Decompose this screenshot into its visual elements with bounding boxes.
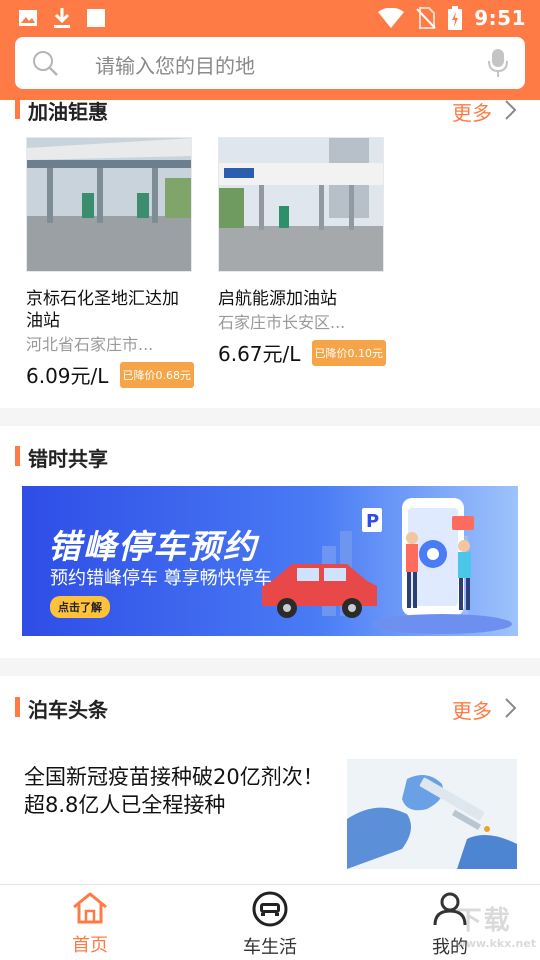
home-icon xyxy=(73,892,107,924)
square-icon xyxy=(87,9,105,27)
clock: 9:51 xyxy=(474,6,526,30)
station-card[interactable]: 启航能源加油站 石家庄市长安区... 6.67元/L 已降价0.10元 xyxy=(218,137,386,367)
watermark-url: www.kkx.net xyxy=(455,937,536,950)
station-address: 石家庄市长安区... xyxy=(218,313,346,332)
microphone-icon[interactable] xyxy=(488,48,508,78)
chevron-right-icon[interactable] xyxy=(504,697,518,719)
car-icon xyxy=(252,891,288,927)
news-section-title: 泊车头条 xyxy=(28,698,108,722)
nav-home-label: 首页 xyxy=(72,935,108,956)
no-sim-icon xyxy=(416,7,436,29)
svg-text:P: P xyxy=(366,511,379,532)
station-price: 6.67元/L xyxy=(218,342,301,366)
search-input[interactable]: 请输入您的目的地 xyxy=(95,50,255,79)
discount-badge: 已降价0.68元 xyxy=(119,361,194,388)
app-screen: 9:51 请输入您的目的地 加油钜惠 更多 京标石化圣地汇达加油站 河北省石家庄… xyxy=(0,0,540,960)
station-address: 河北省石家庄市... xyxy=(26,335,154,354)
discount-badge: 已降价0.10元 xyxy=(311,339,386,366)
section-accent-bar xyxy=(15,446,20,466)
learn-more-button[interactable]: 点击了解 xyxy=(50,596,110,618)
status-bar: 9:51 xyxy=(0,0,540,36)
station-name: 京标石化圣地汇达加油站 xyxy=(26,289,179,331)
watermark: 下载 www.kkx.net xyxy=(456,900,536,950)
news-more-link[interactable]: 更多 xyxy=(452,695,492,724)
download-icon xyxy=(54,8,70,28)
station-photo xyxy=(218,137,384,272)
search-bar[interactable]: 请输入您的目的地 xyxy=(15,37,525,89)
section-accent-bar xyxy=(15,697,20,717)
nav-home[interactable]: 首页 xyxy=(30,891,150,957)
nav-car-life-label: 车生活 xyxy=(243,937,297,958)
battery-charging-icon xyxy=(448,6,463,30)
news-thumbnail[interactable] xyxy=(347,759,517,869)
gas-section: 加油钜惠 更多 京标石化圣地汇达加油站 河北省石家庄市... 6.09元/L 已… xyxy=(0,90,540,408)
search-icon xyxy=(33,51,58,76)
banner-illustration: P xyxy=(262,498,512,634)
header: 9:51 请输入您的目的地 xyxy=(0,0,540,100)
section-accent-bar xyxy=(15,99,20,119)
station-photo xyxy=(26,137,192,272)
nav-car-life[interactable]: 车生活 xyxy=(210,891,330,959)
parking-banner[interactable]: P 错峰停车预约 预约错峰停车 尊享畅快停车 点击了解 xyxy=(22,486,518,636)
gas-section-title: 加油钜惠 xyxy=(28,100,108,124)
station-card[interactable]: 京标石化圣地汇达加油站 河北省石家庄市... 6.09元/L 已降价0.68元 xyxy=(26,137,194,389)
chevron-right-icon[interactable] xyxy=(504,99,518,121)
news-article-title[interactable]: 全国新冠疫苗接种破20亿剂次！超8.8亿人已全程接种 xyxy=(24,763,324,819)
image-icon xyxy=(19,10,37,26)
wifi-icon xyxy=(378,8,405,28)
watermark-text: 下载 xyxy=(455,906,512,936)
station-price: 6.09元/L xyxy=(26,364,109,388)
gas-more-link[interactable]: 更多 xyxy=(452,97,492,126)
banner-title: 错峰停车预约 xyxy=(48,527,258,566)
banner-subtitle: 预约错峰停车 尊享畅快停车 xyxy=(50,568,272,589)
station-name: 启航能源加油站 xyxy=(218,289,337,309)
share-section-title: 错时共享 xyxy=(28,447,108,471)
